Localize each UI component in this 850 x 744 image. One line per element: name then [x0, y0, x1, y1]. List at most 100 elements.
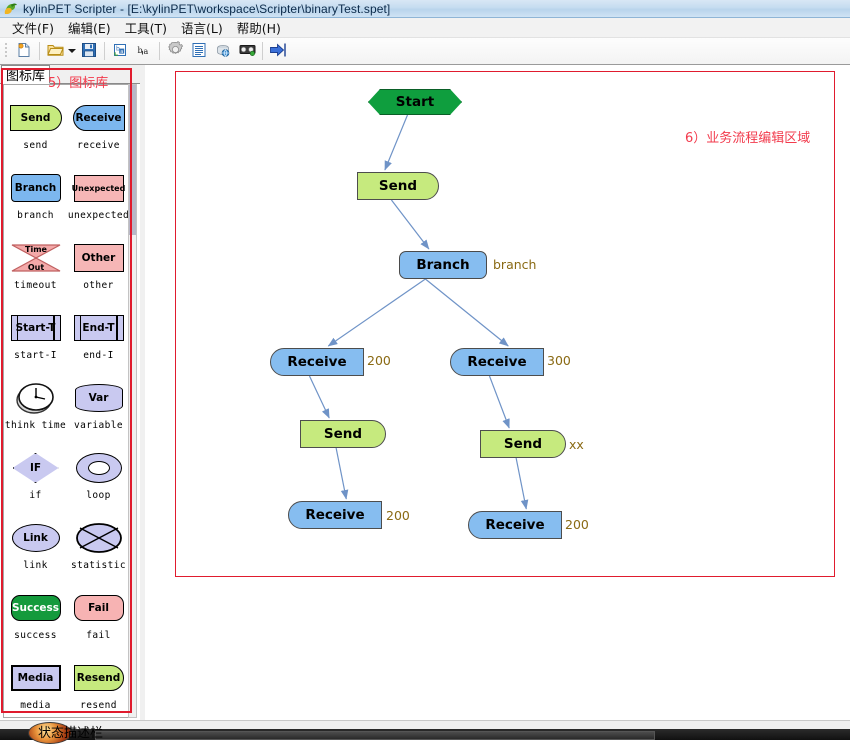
- palette-item-branch[interactable]: Branch branch: [4, 167, 67, 237]
- success-shape-icon: Success: [6, 587, 66, 629]
- palette-item-end-t[interactable]: End-T end-I: [67, 307, 129, 377]
- text-edit-icon: b a: [136, 42, 152, 61]
- palette-item-fail[interactable]: Fail fail: [67, 587, 129, 657]
- flow-node-label: Receive: [305, 507, 365, 523]
- palette-item-caption: other: [83, 280, 114, 291]
- title-bar: kylinPET Scripter - [E:\kylinPET\workspa…: [0, 0, 850, 18]
- flow-node-label: Send: [323, 426, 363, 442]
- flow-node-label: Start: [395, 94, 435, 110]
- palette-item-caption: timeout: [14, 280, 57, 291]
- menu-language[interactable]: 语言(L): [174, 17, 230, 38]
- flow-node-send-3[interactable]: Send: [480, 430, 566, 458]
- palette-item-caption: media: [20, 700, 51, 711]
- web-record-button[interactable]: [211, 40, 235, 62]
- taskbar-window-button[interactable]: [95, 731, 655, 740]
- settings-button[interactable]: [163, 40, 187, 62]
- toolbar: b a b a: [0, 38, 850, 65]
- palette-item-send[interactable]: Send send: [4, 97, 67, 167]
- open-button[interactable]: [43, 40, 67, 62]
- flow-label-receive-3: 200: [386, 508, 410, 523]
- palette-item-link[interactable]: Link link: [4, 517, 67, 587]
- save-button[interactable]: [77, 40, 101, 62]
- palette-item-media[interactable]: Media media: [4, 657, 67, 717]
- palette-item-unexpected[interactable]: Unexpected unexpected: [67, 167, 130, 237]
- palette-item-caption: unexpected: [67, 210, 130, 221]
- palette-item-think-time[interactable]: think time: [4, 377, 67, 447]
- timeout-shape-icon: Time Out: [6, 237, 66, 279]
- flow-label-receive-1: 200: [367, 353, 391, 368]
- palette-item-caption: think time: [4, 420, 67, 431]
- open-folder-icon: [46, 42, 64, 60]
- flow-node-receive-3[interactable]: Receive: [288, 501, 382, 529]
- flow-node-label: Send: [503, 436, 543, 452]
- new-file-icon: [16, 42, 32, 61]
- report-button[interactable]: [187, 40, 211, 62]
- open-recent-dropdown[interactable]: [67, 40, 77, 62]
- flow-node-branch[interactable]: Branch: [399, 251, 487, 279]
- icon-library-scrollbar-thumb[interactable]: [129, 85, 136, 235]
- svg-text:Time: Time: [25, 245, 48, 254]
- palette-item-caption: loop: [86, 490, 111, 501]
- menu-file[interactable]: 文件(F): [5, 17, 61, 38]
- flow-label-receive-2: 300: [547, 353, 571, 368]
- icon-library-scrollbar[interactable]: [128, 84, 137, 718]
- flow-label-send-3: xx: [569, 437, 584, 452]
- svg-text:a: a: [144, 47, 149, 56]
- send-shape-icon: Send: [6, 97, 66, 139]
- media-shape-icon: Media: [6, 657, 66, 699]
- palette-item-if[interactable]: IF if: [4, 447, 67, 517]
- script-edit-icon: b a: [112, 42, 128, 61]
- text-edit-button[interactable]: b a: [132, 40, 156, 62]
- palette-item-caption: fail: [86, 630, 111, 641]
- menu-tools[interactable]: 工具(T): [118, 17, 174, 38]
- script-edit-button[interactable]: b a: [108, 40, 132, 62]
- endt-shape-icon: End-T: [69, 307, 129, 349]
- palette-item-other[interactable]: Other other: [67, 237, 129, 307]
- palette-item-statistic[interactable]: statistic: [67, 517, 129, 587]
- capture-button[interactable]: [235, 40, 259, 62]
- branch-shape-icon: Branch: [6, 167, 66, 209]
- toolbar-separator-1: [39, 42, 40, 60]
- menu-bar: 文件(F) 编辑(E) 工具(T) 语言(L) 帮助(H): [0, 18, 850, 38]
- flow-node-label: Receive: [467, 354, 527, 370]
- palette-item-caption: if: [29, 490, 42, 501]
- palette-item-caption: receive: [77, 140, 120, 151]
- link-shape-icon: Link: [6, 517, 66, 559]
- palette-item-success[interactable]: Success success: [4, 587, 67, 657]
- save-disk-icon: [81, 42, 97, 61]
- toolbar-separator-3: [159, 42, 160, 60]
- palette-item-timeout[interactable]: Time Out timeout: [4, 237, 67, 307]
- menu-edit[interactable]: 编辑(E): [61, 17, 118, 38]
- icon-library-panel: 图标库 Send send Receive receive Branch branch Un…: [0, 65, 140, 720]
- menu-help[interactable]: 帮助(H): [230, 17, 288, 38]
- flow-node-send-2[interactable]: Send: [300, 420, 386, 448]
- unexpected-shape-icon: Unexpected: [69, 167, 129, 209]
- palette-item-variable[interactable]: Var variable: [67, 377, 129, 447]
- flow-node-start[interactable]: Start: [368, 89, 462, 115]
- palette-item-receive[interactable]: Receive receive: [67, 97, 129, 167]
- flow-node-receive-2[interactable]: Receive: [450, 348, 544, 376]
- palette-item-caption: end-I: [83, 350, 114, 361]
- globe-disk-icon: [215, 42, 231, 61]
- icon-library-list: Send send Receive receive Branch branch Unexpe…: [3, 84, 130, 718]
- tab-icon-library[interactable]: 图标库: [1, 65, 51, 84]
- flow-editor-canvas[interactable]: 6）业务流程编辑区域 Start Send Branch Receive Receive…: [145, 65, 850, 720]
- palette-item-caption: success: [14, 630, 57, 641]
- flow-node-send-1[interactable]: Send: [357, 172, 439, 200]
- toolbar-grip[interactable]: [3, 41, 10, 61]
- flow-node-receive-1[interactable]: Receive: [270, 348, 364, 376]
- if-shape-icon: IF: [6, 447, 66, 489]
- resend-shape-icon: Resend: [69, 657, 129, 699]
- flow-node-receive-4[interactable]: Receive: [468, 511, 562, 539]
- blue-arrow-right-icon: [269, 42, 287, 61]
- palette-item-resend[interactable]: Resend resend: [67, 657, 129, 717]
- startt-shape-icon: Start-T: [6, 307, 66, 349]
- palette-item-caption: start-I: [14, 350, 57, 361]
- palette-item-loop[interactable]: loop: [67, 447, 129, 517]
- palette-item-caption: statistic: [70, 560, 127, 571]
- flow-node-label: Receive: [287, 354, 347, 370]
- palette-item-start-t[interactable]: Start-T start-I: [4, 307, 67, 377]
- palette-item-caption: variable: [74, 420, 123, 431]
- run-button[interactable]: [266, 40, 290, 62]
- new-button[interactable]: [12, 40, 36, 62]
